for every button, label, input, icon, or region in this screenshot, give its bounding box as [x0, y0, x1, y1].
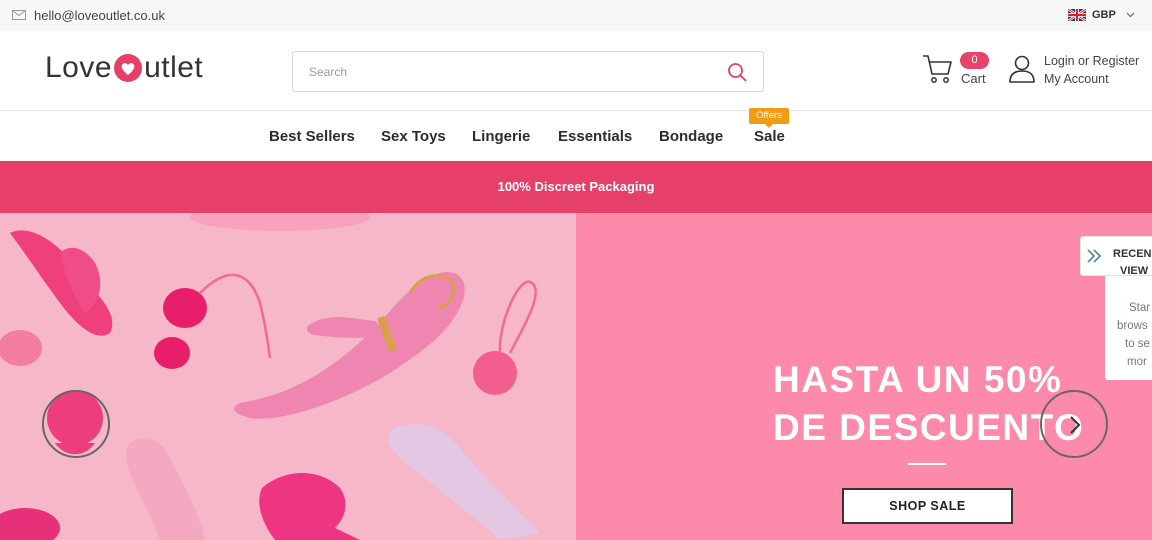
nav-item-sale[interactable]: Sale: [754, 128, 785, 145]
mail-icon: [12, 10, 26, 20]
nav-item-best-sellers[interactable]: Best Sellers: [269, 128, 355, 145]
nav-item-lingerie[interactable]: Lingerie: [472, 128, 530, 145]
nav-item-essentials[interactable]: Essentials: [558, 128, 632, 145]
search-box: [292, 51, 764, 92]
promo-banner: 100% Discreet Packaging: [0, 161, 1152, 213]
contact-email[interactable]: hello@loveoutlet.co.uk: [34, 8, 165, 23]
recently-viewed-tab[interactable]: RECEN VIEW: [1080, 236, 1152, 277]
site-header: Love utlet 0 Cart Login or Register My A…: [0, 31, 1152, 111]
cart-button[interactable]: 0 Cart: [922, 51, 992, 91]
cart-icon: [923, 55, 952, 83]
recently-viewed-text-4: mor: [1127, 356, 1147, 368]
recently-viewed-text-3: to se: [1125, 338, 1150, 350]
hero-slider: HASTA UN 50% DE DESCUENTO SHOP SALE: [0, 213, 1152, 540]
cart-count-badge: 0: [960, 52, 989, 69]
heart-logo-icon: [114, 54, 143, 82]
double-chevron-right-icon: [1087, 249, 1102, 263]
hero-product-image: [0, 213, 576, 540]
account-area: Login or Register My Account: [1008, 51, 1148, 91]
logo-text-love: Love: [45, 51, 113, 84]
currency-selector[interactable]: GBP: [1068, 7, 1135, 23]
currency-label: GBP: [1092, 9, 1116, 21]
slider-next-button[interactable]: [1040, 390, 1108, 458]
chevron-down-icon: [1126, 12, 1135, 18]
nav-item-bondage[interactable]: Bondage: [659, 128, 723, 145]
recently-viewed-title-1: RECEN: [1113, 248, 1152, 260]
recently-viewed-text-1: Star: [1129, 302, 1151, 314]
login-register-link[interactable]: Login or Register: [1044, 54, 1139, 68]
offers-badge: Offers: [749, 108, 789, 128]
cart-label: Cart: [961, 71, 986, 86]
nav-item-sex-toys[interactable]: Sex Toys: [381, 128, 446, 145]
chevron-right-icon: [1070, 416, 1081, 434]
hero-divider: [908, 463, 946, 465]
slider-prev-button[interactable]: [42, 390, 110, 458]
search-input[interactable]: [309, 62, 709, 82]
top-bar: hello@loveoutlet.co.uk GBP: [0, 0, 1152, 31]
shop-sale-button[interactable]: SHOP SALE: [842, 488, 1013, 524]
recently-viewed-text-2: brows: [1117, 320, 1148, 332]
logo-text-utlet: utlet: [144, 51, 204, 84]
main-nav: Best Sellers Sex Toys Lingerie Essential…: [0, 108, 1152, 161]
site-logo[interactable]: Love utlet: [45, 48, 203, 88]
my-account-link[interactable]: My Account: [1044, 72, 1109, 86]
user-icon[interactable]: [1008, 54, 1036, 84]
recently-viewed-panel: Star brows to se mor: [1105, 276, 1152, 380]
search-icon[interactable]: [727, 62, 747, 82]
uk-flag-icon: [1068, 9, 1086, 21]
